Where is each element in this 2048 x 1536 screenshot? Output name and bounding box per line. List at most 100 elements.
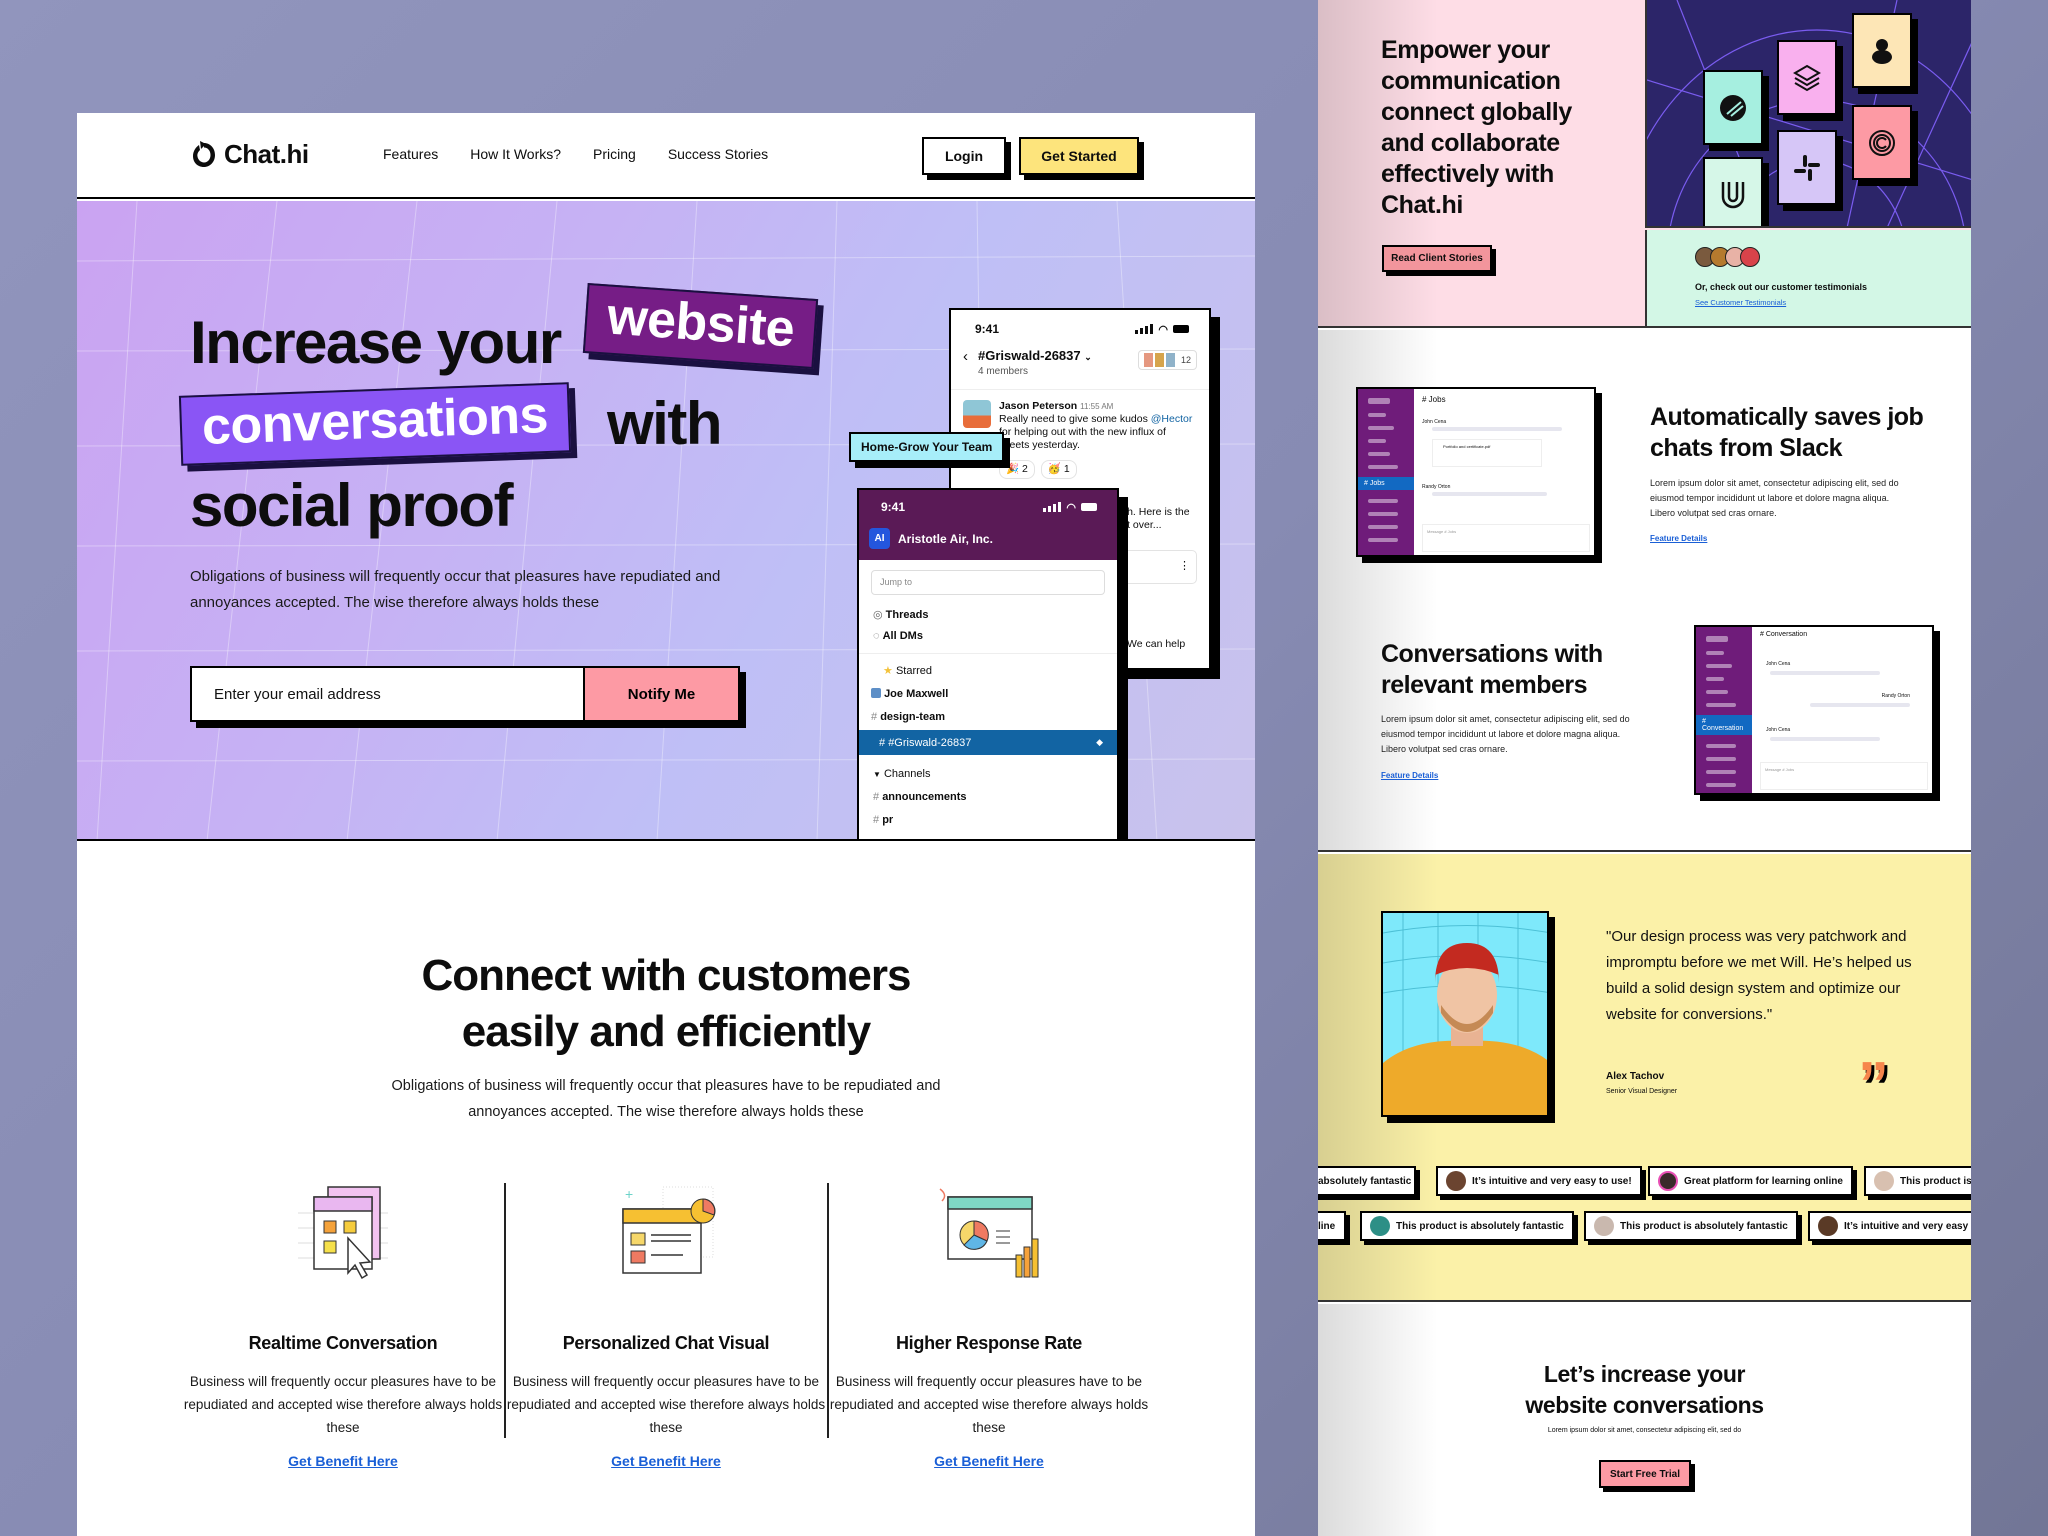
nav-link-pricing[interactable]: Pricing: [593, 146, 636, 162]
review-chip: Great platform for learning online: [1648, 1166, 1853, 1196]
slack-logo-icon: [1777, 130, 1837, 205]
feature-title: Personalized Chat Visual: [562, 1333, 770, 1353]
nav-link-success-stories[interactable]: Success Stories: [668, 146, 768, 162]
threads-icon: ◎: [873, 609, 883, 621]
brand-name: Chat.hi: [224, 139, 309, 169]
hero-title-line2: with: [607, 390, 722, 457]
nav-link-features[interactable]: Features: [383, 146, 438, 162]
sidebar-item-pr[interactable]: # pr: [873, 809, 1105, 832]
message-partial-2: We can help: [1127, 638, 1186, 650]
get-started-button[interactable]: Get Started: [1019, 137, 1139, 175]
see-testimonials-link[interactable]: See Customer Testimonials: [1695, 298, 1786, 307]
battery-icon: [1081, 503, 1097, 511]
get-benefit-link[interactable]: Get Benefit Here: [611, 1453, 721, 1469]
wifi-icon: ◠: [1066, 501, 1076, 514]
status-bar: 9:41 ◠: [951, 310, 1209, 336]
slack-jobs-mockup: # Jobs # Jobs John Cena Portfolio and ce…: [1356, 387, 1596, 557]
dms-icon: ◌: [873, 630, 880, 642]
mock-user: Randy Orton: [1881, 693, 1910, 699]
nav-link-how-it-works[interactable]: How It Works?: [470, 146, 561, 162]
feature2-text: Lorem ipsum dolor sit amet, consectetur …: [1381, 714, 1630, 754]
workspace-name: Aristotle Air, Inc.: [898, 531, 993, 546]
feature-text: Business will frequently occur pleasures…: [183, 1374, 503, 1435]
jump-to-input[interactable]: Jump to: [871, 570, 1105, 595]
sidebar-item-all-dms[interactable]: ◌ All DMs: [873, 626, 1103, 647]
feature-title: Higher Response Rate: [895, 1333, 1083, 1353]
cta-title: Let’s increase your website conversation…: [1525, 1361, 1764, 1418]
member-avatars[interactable]: 12: [1137, 350, 1197, 370]
workspace-avatar: AI: [869, 528, 890, 549]
mock-user: John Cena: [1766, 727, 1791, 733]
nav-links: Features How It Works? Pricing Success S…: [383, 146, 768, 162]
status-time: 9:41: [975, 322, 1000, 336]
layers-logo-icon: [1777, 40, 1837, 115]
testimonial-quote: "Our design process was very patchwork a…: [1606, 928, 1912, 1023]
notify-me-button[interactable]: Notify Me: [583, 668, 738, 720]
feather-logo-icon: [1703, 70, 1763, 145]
feature-text: Business will frequently occur pleasures…: [829, 1374, 1149, 1435]
mention-link[interactable]: @Hector: [1151, 413, 1193, 425]
login-button[interactable]: Login: [922, 137, 1006, 175]
unread-icon: ◆: [1096, 737, 1103, 747]
feature2-details-link[interactable]: Feature Details: [1381, 771, 1438, 780]
channel-dropdown-icon[interactable]: ⌄: [1084, 352, 1092, 362]
back-chevron-icon[interactable]: ‹: [963, 348, 968, 365]
channels-section-toggle[interactable]: ▼ Channels: [873, 763, 1105, 786]
sidebar-item-threads[interactable]: ◎ Threads: [873, 605, 1103, 626]
reviewer-avatar: [1874, 1171, 1894, 1191]
sidebar-item-starred[interactable]: ★ Starred: [871, 660, 1105, 683]
more-options-icon[interactable]: ⋮: [1179, 559, 1190, 572]
feature1-details-link[interactable]: Feature Details: [1650, 534, 1707, 543]
sidebar-item-joe-maxwell[interactable]: Joe Maxwell: [871, 683, 1105, 706]
review-chip: It’s intuitive and very easy to: [1808, 1211, 1971, 1241]
channel-name[interactable]: #Griswald-26837: [978, 348, 1081, 363]
quote-mark-icon: ”: [1858, 1050, 1889, 1119]
reaction-party[interactable]: 🎉 2: [999, 460, 1035, 479]
reactions: 🎉 2 🥳 1: [999, 460, 1197, 479]
hash-icon: #: [873, 814, 880, 826]
review-chip: This product is: [1864, 1166, 1971, 1196]
c-spiral-logo-icon: [1852, 105, 1912, 180]
testimonial-role: Senior Visual Designer: [1606, 1088, 1678, 1095]
email-input[interactable]: [192, 668, 583, 720]
u-logo-icon: [1703, 157, 1763, 226]
testimonials-prompt: Or, check out our customer testimonials: [1695, 282, 1868, 292]
message-partial: uch. Here is the d it over...: [1116, 506, 1190, 531]
sidebar-item-announcements[interactable]: # announcements: [873, 786, 1105, 809]
workspace-switcher[interactable]: AI Aristotle Air, Inc.: [869, 528, 1097, 549]
status-time: 9:41: [881, 500, 906, 514]
get-benefit-link[interactable]: Get Benefit Here: [934, 1453, 1044, 1469]
wifi-icon: ◠: [1158, 323, 1168, 336]
home-grow-team-label: Home-Grow Your Team: [849, 432, 1005, 462]
feature-card-realtime: Realtime Conversation Business will freq…: [182, 1183, 504, 1471]
landing-page-secondary: Empower your communication connect globa…: [1318, 0, 1971, 1536]
brand-logo[interactable]: Chat.hi: [190, 139, 309, 170]
workspace-header: 9:41 ◠ AI Aristotle Air, Inc.: [859, 490, 1117, 560]
integrations-panel: [1645, 0, 1971, 228]
chat-header: ‹ #Griswald-26837 ⌄ 4 members 12: [951, 336, 1209, 390]
read-client-stories-button[interactable]: Read Client Stories: [1382, 245, 1492, 272]
person-portrait: [1383, 913, 1547, 1115]
customer-avatars: [1695, 247, 1760, 267]
top-nav: Chat.hi Features How It Works? Pricing S…: [77, 113, 1255, 199]
svg-text:+: +: [625, 1186, 633, 1202]
testimonials-teaser: Or, check out our customer testimonials …: [1645, 230, 1971, 326]
empower-title: Empower your communication connect globa…: [1381, 36, 1572, 219]
get-benefit-link[interactable]: Get Benefit Here: [288, 1453, 398, 1469]
reviewer-avatar: [1594, 1216, 1614, 1236]
reviewer-avatar: [1370, 1216, 1390, 1236]
chat-bubble-logo-icon: [190, 140, 218, 170]
hero-section: Increase your website conversations with…: [77, 201, 1255, 841]
feature-title: Realtime Conversation: [248, 1333, 438, 1353]
start-free-trial-button[interactable]: Start Free Trial: [1599, 1460, 1691, 1488]
sidebar-item-griswald-active[interactable]: # #Griswald-26837 ◆: [859, 730, 1117, 755]
feature1-text: Lorem ipsum dolor sit amet, consectetur …: [1650, 478, 1899, 518]
review-chip: line: [1318, 1211, 1346, 1241]
mock-message-input: Message # Jobs: [1422, 524, 1590, 552]
mock-user: John Cena: [1422, 419, 1447, 425]
mock-message-input: Message # Jobs: [1760, 762, 1928, 790]
sidebar-item-design-team[interactable]: # design-team: [871, 706, 1105, 729]
hash-icon: #: [871, 711, 878, 723]
reaction-celebrate[interactable]: 🥳 1: [1040, 460, 1077, 479]
member-count: 4 members: [978, 366, 1029, 377]
